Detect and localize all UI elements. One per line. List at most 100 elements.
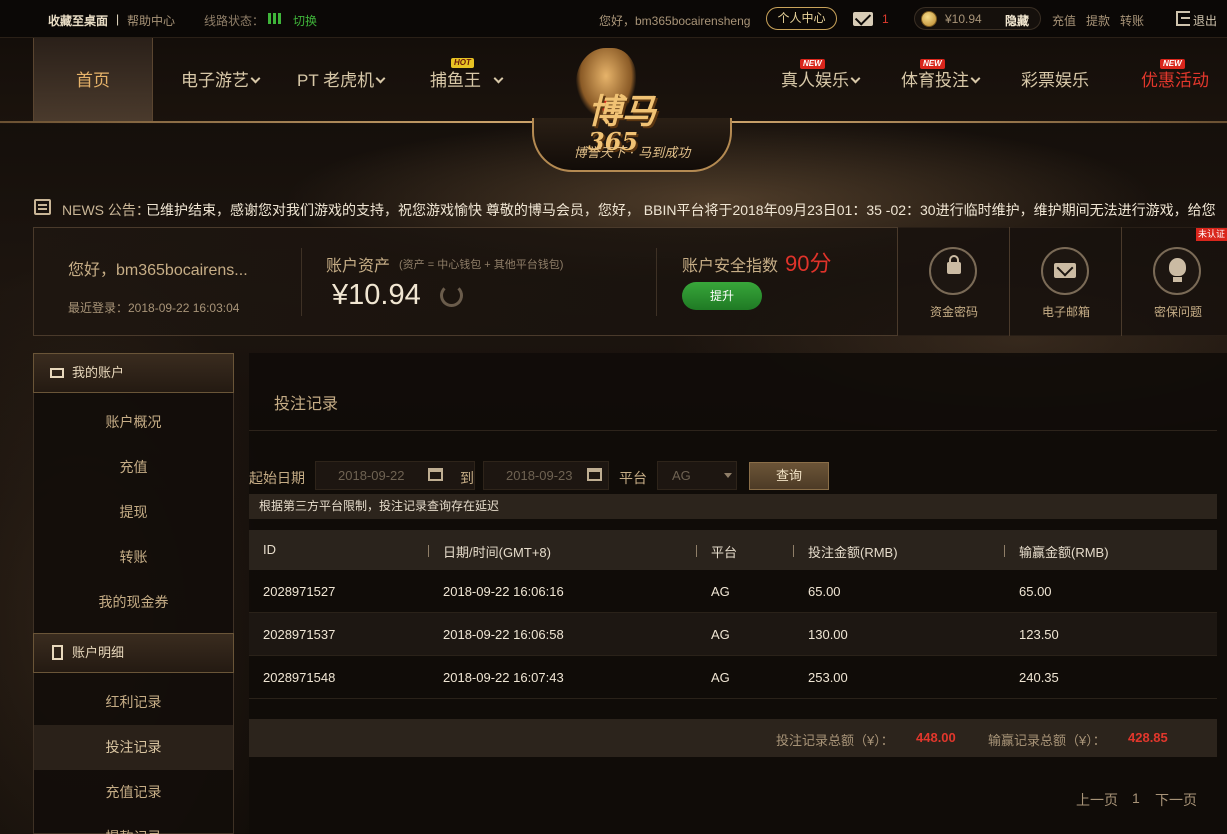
nav-home[interactable]: 首页 <box>33 38 153 121</box>
nav-label: 体育投注 <box>901 71 969 90</box>
hide-balance-button[interactable]: 隐藏 <box>1005 12 1029 29</box>
sidebar-item-coupons[interactable]: 我的现金券 <box>34 580 233 625</box>
security-score: 90分 <box>785 251 832 276</box>
new-badge: NEW <box>1160 59 1185 69</box>
mail-count-badge: 1 <box>882 12 889 26</box>
card-icon <box>50 368 64 378</box>
chevron-down-icon <box>970 73 981 84</box>
column-header: ID <box>263 542 276 557</box>
fund-password-tile[interactable]: 资金密码 <box>897 227 1009 336</box>
nav-label: 捕鱼王 <box>430 71 481 90</box>
switch-line-link[interactable]: 切换 <box>293 12 317 29</box>
nav-sports[interactable]: 体育投注 <box>901 38 981 121</box>
email-tile[interactable]: 电子邮箱 <box>1009 227 1121 336</box>
sidebar-section-my-account[interactable]: 我的账户 <box>33 353 234 393</box>
cell-id: 2028971527 <box>263 584 336 599</box>
account-greeting: 您好，bm365bocairens... <box>68 262 248 279</box>
sidebar-section-details[interactable]: 账户明细 <box>33 633 234 673</box>
top-bar: 收藏至桌面 | 帮助中心 线路状态： 切换 您好，bm365bocairensh… <box>0 0 1227 38</box>
calendar-icon[interactable] <box>428 468 443 481</box>
logout-link[interactable]: 退出 <box>1193 12 1217 29</box>
sidebar-item-overview[interactable]: 账户概况 <box>34 400 233 445</box>
nav-fishing[interactable]: 捕鱼王 <box>430 38 504 121</box>
nav-lottery[interactable]: 彩票娱乐 <box>1021 38 1089 121</box>
delay-notice: 根据第三方平台限制，投注记录查询存在延迟 <box>249 494 1217 519</box>
section-label: 账户明细 <box>72 645 125 660</box>
column-separator <box>1004 545 1005 557</box>
sidebar-item-bonus[interactable]: 红利记录 <box>34 680 233 725</box>
hot-badge: HOT <box>451 58 474 68</box>
unverified-badge: 未认证 <box>1196 228 1227 241</box>
cell-platform: AG <box>711 670 730 685</box>
cell-datetime: 2018-09-22 16:06:16 <box>443 584 564 599</box>
help-center-link[interactable]: 帮助中心 <box>127 12 175 29</box>
news-label: NEWS 公告： <box>62 202 150 218</box>
signal-bars-icon <box>268 13 284 24</box>
query-button[interactable]: 查询 <box>749 462 829 490</box>
nav-live-casino[interactable]: 真人娱乐 <box>781 38 861 121</box>
mail-icon[interactable] <box>853 12 873 26</box>
tile-label: 密保问题 <box>1153 305 1202 319</box>
nav-promotions[interactable]: 优惠活动 <box>1141 38 1209 121</box>
platform-label: 平台 <box>619 470 647 486</box>
column-header: 投注金额(RMB) <box>808 545 898 560</box>
nav-label: 首页 <box>76 71 110 90</box>
column-separator <box>793 545 794 557</box>
logout-icon[interactable] <box>1176 11 1190 26</box>
deposit-link[interactable]: 充值 <box>1052 12 1076 29</box>
nav-label: 电子游艺 <box>181 71 249 90</box>
tile-label: 资金密码 <box>929 305 978 319</box>
new-badge: NEW <box>920 59 945 69</box>
cell-bet: 253.00 <box>808 670 848 685</box>
column-header: 输赢金额(RMB) <box>1019 545 1109 560</box>
to-label: 到 <box>460 470 474 486</box>
nav-slots[interactable]: 电子游艺 <box>181 38 261 121</box>
table-row <box>249 656 1217 699</box>
nav-label: 彩票娱乐 <box>1021 71 1089 90</box>
next-page-link[interactable]: 下一页 <box>1155 790 1197 810</box>
coin-icon <box>921 11 937 27</box>
calendar-icon[interactable] <box>587 468 602 481</box>
nav-label: PT 老虎机 <box>297 71 375 90</box>
assets-label: 账户资产 <box>326 258 391 275</box>
withdraw-link[interactable]: 提款 <box>1086 12 1110 29</box>
prev-page-link[interactable]: 上一页 <box>1076 790 1118 810</box>
sidebar-item-bets[interactable]: 投注记录 <box>34 725 233 770</box>
security-question-tile[interactable]: 密保问题 <box>1121 227 1227 336</box>
sidebar-item-withdrawals[interactable]: 提款记录 <box>34 815 233 834</box>
bet-total-label: 投注记录总额（¥）： <box>776 733 894 748</box>
sidebar-item-deposits[interactable]: 充值记录 <box>34 770 233 815</box>
nav-label: 真人娱乐 <box>781 71 849 90</box>
start-date-input[interactable]: 2018-09-22 <box>315 461 475 490</box>
calculator-icon <box>52 645 63 660</box>
table-row <box>249 613 1217 656</box>
divider <box>656 248 657 316</box>
cell-winloss: 240.35 <box>1019 670 1059 685</box>
lock-icon <box>929 247 977 295</box>
cell-bet: 65.00 <box>808 584 841 599</box>
refresh-icon[interactable] <box>440 284 463 307</box>
sidebar-item-withdraw[interactable]: 提现 <box>34 490 233 535</box>
cell-platform: AG <box>711 584 730 599</box>
nav-pt-slots[interactable]: PT 老虎机 <box>297 38 386 121</box>
separator: | <box>116 12 120 26</box>
upgrade-button[interactable]: 提升 <box>682 282 762 310</box>
cell-datetime: 2018-09-22 16:06:58 <box>443 627 564 642</box>
section-label: 我的账户 <box>72 365 125 380</box>
last-login: 最近登录：2018-09-22 16:03:04 <box>68 301 240 315</box>
sidebar-item-deposit[interactable]: 充值 <box>34 445 233 490</box>
news-ticker[interactable]: 已维护结束，感谢您对我们游戏的支持，祝您游戏愉快 尊敬的博马会员，您好， BBI… <box>146 195 1227 221</box>
assets-value: ¥10.94 <box>332 279 421 311</box>
table-row <box>249 570 1217 613</box>
cell-platform: AG <box>711 627 730 642</box>
bet-total-value: 448.00 <box>916 730 956 745</box>
page-number[interactable]: 1 <box>1132 790 1140 806</box>
personal-center-button[interactable]: 个人中心 <box>766 7 837 30</box>
add-to-desktop-link[interactable]: 收藏至桌面 <box>48 12 108 29</box>
lightbulb-icon <box>1153 247 1201 295</box>
sidebar-item-transfer[interactable]: 转账 <box>34 535 233 580</box>
new-badge: NEW <box>800 59 825 69</box>
chevron-down-icon <box>250 73 261 84</box>
site-logo[interactable]: 博马 365 博誉天下 · 马到成功 <box>532 38 732 172</box>
transfer-link[interactable]: 转账 <box>1120 12 1144 29</box>
